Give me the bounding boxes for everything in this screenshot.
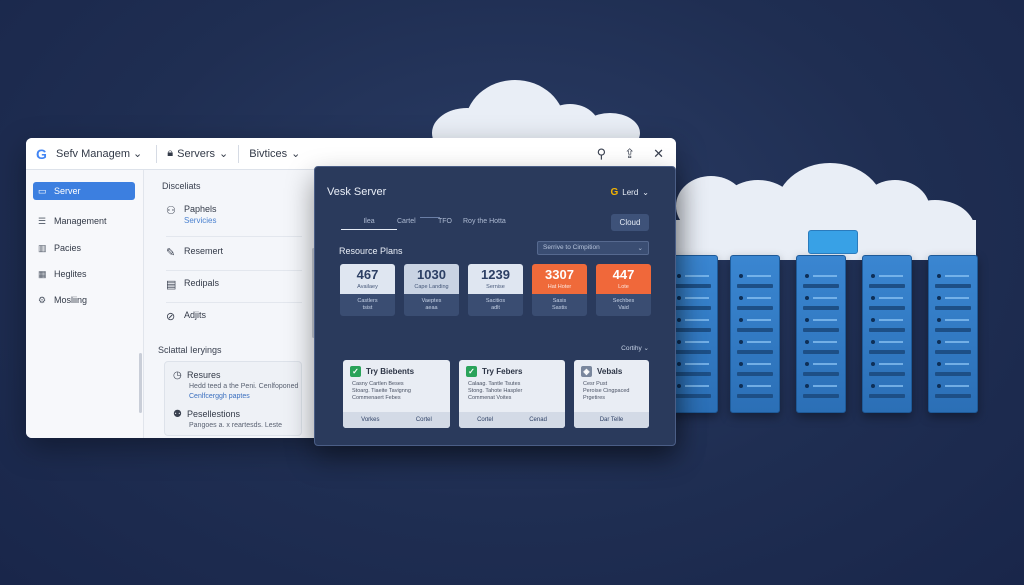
server-panel: Vesk Server G Lerd ⌄ Ilea Cartel TFO Roy…	[314, 166, 676, 446]
plan-card[interactable]: ✓ Try Biebents Casny Cartlen Beses Stoarg.…	[343, 360, 450, 428]
stat-card[interactable]: 1239 Sernise Sacitios adlt	[468, 264, 523, 316]
grid-icon: ▦	[38, 268, 47, 279]
user-icon: ⚇	[166, 205, 176, 217]
document-icon: ▤	[166, 279, 177, 291]
check-icon: ✓	[466, 366, 477, 377]
close-icon[interactable]: ✕	[653, 146, 664, 162]
chevron-down-icon: ⌄	[642, 188, 649, 197]
chart-icon: ▥	[38, 242, 47, 253]
section-heading: Disceliats	[162, 181, 201, 191]
google-logo-icon: G	[610, 187, 619, 198]
user-menu[interactable]: G Lerd ⌄	[611, 187, 650, 198]
bivtices-menu[interactable]: Bivtices ⌄	[249, 147, 301, 161]
server-rack	[928, 255, 978, 413]
setting-pesellestions[interactable]: ⚉ Pesellestions	[173, 409, 295, 420]
plan-card[interactable]: ◈ Vebals Cesr Pust Peroise Cingpaced Prgeti…	[574, 360, 649, 428]
plan-action-button[interactable]: Cortel	[477, 417, 493, 423]
sidebar: ▭ Server ☰ Management ▥ Pacies ▦ Heglite…	[26, 170, 144, 438]
list-item-redipals[interactable]: ▤ Redipals	[166, 278, 296, 291]
chevron-down-icon: ⌄	[643, 345, 649, 352]
stat-card[interactable]: 447 Lote Sechbes Vaid	[596, 264, 651, 316]
sidebar-item-pacies[interactable]: ▥ Pacies	[33, 239, 135, 257]
plan-action-button[interactable]: Cenad	[529, 417, 547, 423]
sidebar-item-heglites[interactable]: ▦ Heglites	[33, 265, 135, 283]
sort-dropdown[interactable]: Cortihy ⌄	[621, 344, 649, 352]
list-item-paphels[interactable]: ⚇ Paphels Servicies	[166, 204, 296, 225]
server-rack	[862, 255, 912, 413]
servers-menu[interactable]: 🔒︎ Servers ⌄	[167, 147, 228, 160]
settings-card: ◷ Resures Hedd teed a the Peni. Cenlfopo…	[164, 361, 302, 436]
server-rack	[796, 255, 846, 413]
stat-card[interactable]: 467 Availaey Castlers tsist	[340, 264, 395, 316]
sidebar-item-mosliing[interactable]: ⚙ Mosliing	[33, 291, 135, 309]
sidebar-item-management[interactable]: ☰ Management	[33, 212, 135, 230]
sidebar-item-server[interactable]: ▭ Server	[33, 182, 135, 200]
plan-card[interactable]: ✓ Try Febers Calaag. Tantle Tsutes Stong. …	[459, 360, 565, 428]
share-icon[interactable]: ⇪	[624, 146, 635, 162]
setting-resures[interactable]: ◷ Resures	[173, 370, 295, 381]
stat-card[interactable]: 3307 Hat Hoter Sasis Sastis	[532, 264, 587, 316]
plan-action-button[interactable]: Vorkes	[361, 417, 379, 423]
sidebar-scrollbar[interactable]	[139, 353, 142, 413]
server-rack	[730, 255, 780, 413]
chevron-down-icon: ⌄	[637, 245, 643, 252]
check-icon: ✓	[350, 366, 361, 377]
list-item-resemert[interactable]: ✎ Resemert	[166, 246, 296, 259]
active-tab-indicator	[341, 229, 397, 230]
lock-icon: 🔒︎	[167, 147, 174, 159]
adjust-icon: ⊘	[166, 311, 176, 323]
bulb-icon: ⚉	[173, 409, 182, 420]
tab-ilea[interactable]: Ilea	[341, 218, 397, 225]
app-title[interactable]: Sefv Managem ⌄	[56, 147, 142, 160]
tab-tfo[interactable]: TFO	[427, 218, 463, 225]
panel-title: Vesk Server	[327, 186, 387, 198]
server-module-icon	[808, 230, 858, 254]
tab-cartel[interactable]: Cartel	[397, 218, 427, 225]
chevron-down-icon: ⌄	[219, 148, 229, 160]
chevron-down-icon: ⌄	[291, 148, 301, 160]
settings-heading: Sclattal Ieryings	[158, 345, 222, 355]
cloud-button[interactable]: Cloud	[611, 214, 649, 231]
list-item-adjits[interactable]: ⊘ Adjits	[166, 310, 296, 323]
stat-card[interactable]: 1030 Cape Landing Vaeptes aeaa	[404, 264, 459, 316]
shield-icon: ◈	[581, 366, 592, 377]
edit-icon: ✎	[166, 247, 176, 259]
panel-tabs: Ilea Cartel TFO Roy the Hotta	[341, 218, 506, 225]
chevron-down-icon: ⌄	[133, 148, 143, 160]
google-logo-icon: G	[36, 145, 47, 162]
plan-action-button[interactable]: Cortel	[416, 417, 432, 423]
clock-icon: ◷	[173, 370, 182, 381]
list-icon: ☰	[38, 215, 47, 226]
service-select[interactable]: Serrive to Cimpition ⌄	[537, 241, 649, 255]
resource-plans-title: Resource Plans	[339, 246, 403, 256]
search-icon[interactable]: ⚲	[597, 146, 607, 162]
settings-link[interactable]: Cenlfcerggh paptes	[189, 393, 250, 400]
tab-roy-the-hotta[interactable]: Roy the Hotta	[463, 218, 506, 225]
server-icon: ▭	[38, 185, 47, 196]
gear-icon: ⚙	[38, 294, 47, 305]
plan-action-button[interactable]: Dar Telle	[600, 417, 624, 423]
